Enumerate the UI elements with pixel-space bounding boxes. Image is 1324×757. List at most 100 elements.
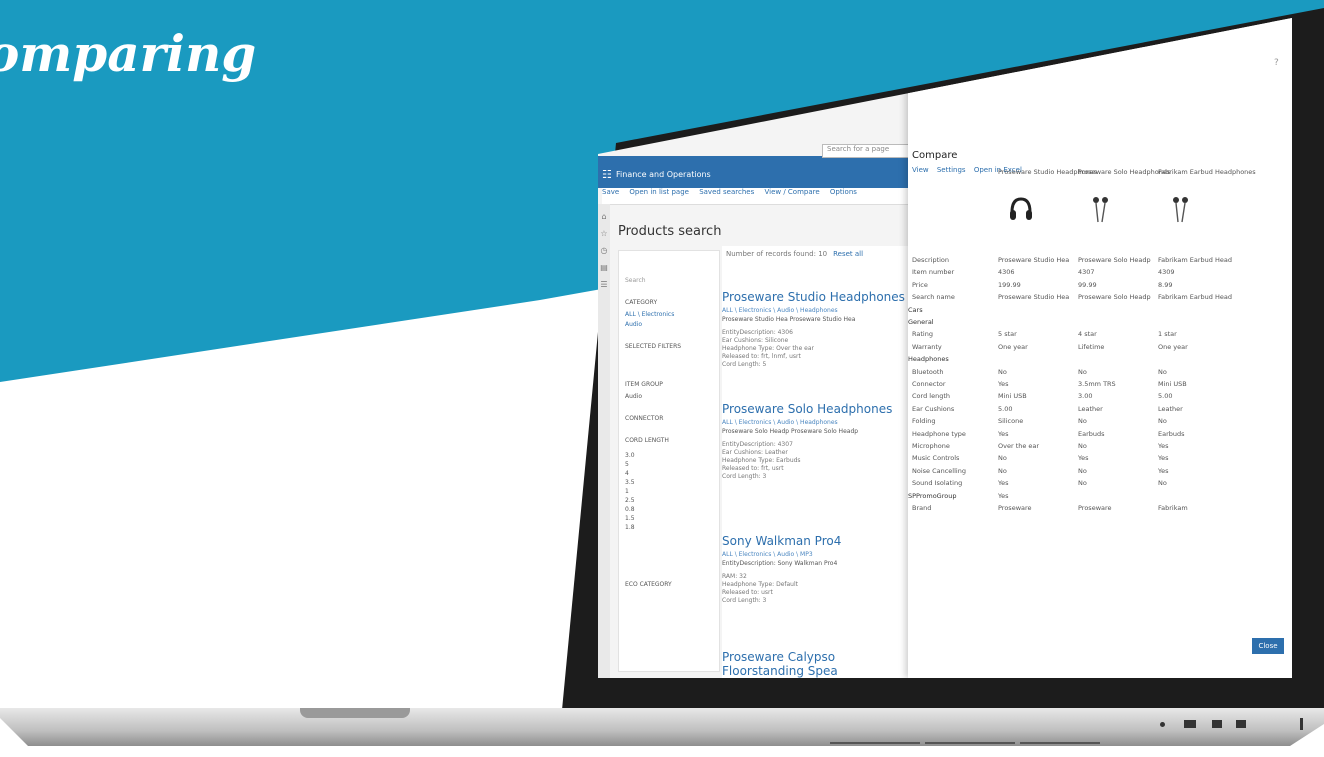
compare-cell: Proseware Studio Hea: [998, 256, 1070, 264]
compare-cell: Fabrikam Earbud Head: [1158, 293, 1232, 302]
result-path[interactable]: ALL \ Electronics \ Audio \ Headphones: [722, 307, 908, 314]
view-compare-button[interactable]: View / Compare: [764, 188, 819, 196]
cord-length-options: 3.0 5 4 3.5 1 2.5 0.8 1.5 1.8: [625, 451, 635, 532]
result-path[interactable]: ALL \ Electronics \ Audio \ MP3: [722, 551, 908, 558]
compare-cell: 3.00: [1078, 392, 1093, 401]
result-name[interactable]: Sony Walkman Pro4: [722, 534, 908, 548]
filter-connector[interactable]: CONNECTOR: [625, 415, 663, 422]
result-attribute: Cord Length: 3: [722, 473, 767, 480]
cord-length-option[interactable]: 4: [625, 469, 635, 478]
filter-category-path[interactable]: ALL \ Electronics: [625, 311, 674, 318]
compare-cell: 1 star: [1158, 330, 1177, 339]
settings-menu-button[interactable]: Settings: [937, 166, 966, 174]
star-icon[interactable]: ☆: [598, 229, 610, 238]
compare-product-header: Fabrikam Earbud Headphones: [1158, 168, 1256, 176]
result-name[interactable]: Proseware Calypso Floorstanding Spea: [722, 650, 908, 678]
led-indicator: [1160, 722, 1165, 727]
compare-row-label: Rating: [912, 330, 933, 339]
cord-length-option[interactable]: 0.8: [625, 505, 635, 514]
compare-cell: No: [1158, 479, 1167, 488]
result-attribute: Cord Length: 3: [722, 597, 767, 604]
filter-selected: SELECTED FILTERS: [625, 343, 682, 350]
result-name[interactable]: Proseware Solo Headphones: [722, 402, 908, 416]
compare-row-label: General: [908, 318, 934, 326]
filter-panel: Search CATEGORY ALL \ Electronics Audio …: [618, 250, 720, 672]
saved-searches-button[interactable]: Saved searches: [699, 188, 754, 196]
clock-icon[interactable]: ◷: [598, 246, 610, 255]
result-path[interactable]: ALL \ Electronics \ Audio \ Headphones: [722, 419, 908, 426]
cord-length-option[interactable]: 1.5: [625, 514, 635, 523]
close-button[interactable]: Close: [1252, 638, 1284, 654]
over-ear-headphones-icon: [1006, 194, 1036, 224]
app-launcher-icon[interactable]: ☷: [602, 168, 612, 181]
compare-cell: Leather: [1158, 404, 1183, 413]
result-attribute: EntityDescription: 4306: [722, 329, 793, 336]
cord-length-option[interactable]: 3.0: [625, 451, 635, 460]
compare-cell: No: [1158, 417, 1167, 426]
filter-search-input[interactable]: Search: [625, 277, 646, 284]
compare-row-label: Cord length: [912, 392, 950, 401]
filter-category[interactable]: CATEGORY: [625, 299, 657, 306]
workspace-icon[interactable]: ▤: [598, 263, 610, 272]
cord-length-option[interactable]: 3.5: [625, 478, 635, 487]
compare-cell: 4306: [998, 268, 1015, 277]
filter-item-group-value[interactable]: Audio: [625, 393, 642, 400]
view-menu-button[interactable]: View: [912, 166, 929, 174]
result-attribute: Headphone Type: Earbuds: [722, 457, 801, 464]
base-seam: [925, 742, 1015, 744]
result-card[interactable]: Sony Walkman Pro4 ALL \ Electronics \ Aud…: [722, 528, 908, 605]
result-card[interactable]: Proseware Calypso Floorstanding SpeaALL …: [722, 644, 908, 678]
cord-length-option[interactable]: 5: [625, 460, 635, 469]
compare-row-label: Bluetooth: [912, 367, 944, 376]
compare-cell: 199.99: [998, 280, 1021, 289]
result-attribute: Ear Cushions: Silicone: [722, 337, 789, 344]
compare-cell: Silicone: [998, 417, 1024, 426]
result-attribute: Released to: frt, usrt: [722, 465, 784, 472]
usb-port: [1212, 720, 1222, 728]
compare-cell: Yes: [1158, 442, 1169, 450]
result-description: Proseware Studio Hea Proseware Studio He…: [722, 316, 856, 323]
result-card[interactable]: Proseware Solo Headphones ALL \ Electroni…: [722, 396, 908, 481]
compare-row-label: Warranty: [912, 342, 942, 351]
filter-cord-length[interactable]: CORD LENGTH: [625, 437, 669, 444]
cord-length-option[interactable]: 2.5: [625, 496, 635, 505]
compare-cell: 3.5mm TRS: [1078, 380, 1116, 388]
open-in-list-page-button[interactable]: Open in list page: [629, 188, 689, 196]
compare-cell: No: [1078, 367, 1087, 376]
save-button[interactable]: Save: [602, 188, 619, 196]
compare-cell: 99.99: [1078, 280, 1097, 289]
compare-cell: One year: [998, 342, 1028, 351]
compare-row-label: Ear Cushions: [912, 404, 955, 413]
result-description: Proseware Solo Headp Proseware Solo Head…: [722, 428, 859, 435]
options-button[interactable]: Options: [830, 188, 857, 196]
compare-cell: Yes: [998, 479, 1009, 488]
result-card[interactable]: Proseware Studio Headphones ALL \ Electro…: [722, 284, 908, 369]
page-search-input[interactable]: Search for a page: [822, 144, 910, 158]
compare-title: Compare: [912, 150, 958, 161]
result-attribute: Released to: usrt: [722, 589, 773, 596]
compare-row-label: Item number: [912, 268, 955, 277]
cord-length-option[interactable]: 1: [625, 487, 635, 496]
compare-row-label: Price: [912, 280, 928, 289]
filter-category-audio[interactable]: Audio: [625, 321, 642, 328]
compare-cell: No: [1078, 479, 1087, 488]
compare-cell: Proseware: [998, 504, 1032, 512]
compare-cell: Yes: [1158, 466, 1169, 475]
help-icon[interactable]: ?: [1274, 58, 1279, 68]
compare-cell: Earbuds: [1158, 429, 1185, 438]
compare-cell: Yes: [998, 429, 1009, 438]
compare-cell: Yes: [1158, 454, 1169, 463]
cord-length-option[interactable]: 1.8: [625, 523, 635, 532]
compare-row-label: Connector: [912, 380, 946, 388]
laptop-base: [0, 708, 1324, 746]
reset-all-link[interactable]: Reset all: [833, 250, 863, 258]
filter-eco-category[interactable]: ECO CATEGORY: [625, 581, 672, 588]
filter-item-group[interactable]: ITEM GROUP: [625, 381, 663, 388]
list-icon[interactable]: ☰: [598, 280, 610, 289]
result-name[interactable]: Proseware Studio Headphones: [722, 290, 908, 304]
result-attribute: Ear Cushions: Leather: [722, 449, 788, 456]
compare-row-label: Noise Cancelling: [912, 466, 966, 475]
result-attribute: EntityDescription: 4307: [722, 441, 793, 448]
home-icon[interactable]: ⌂: [598, 212, 610, 221]
compare-cell: No: [998, 367, 1007, 376]
